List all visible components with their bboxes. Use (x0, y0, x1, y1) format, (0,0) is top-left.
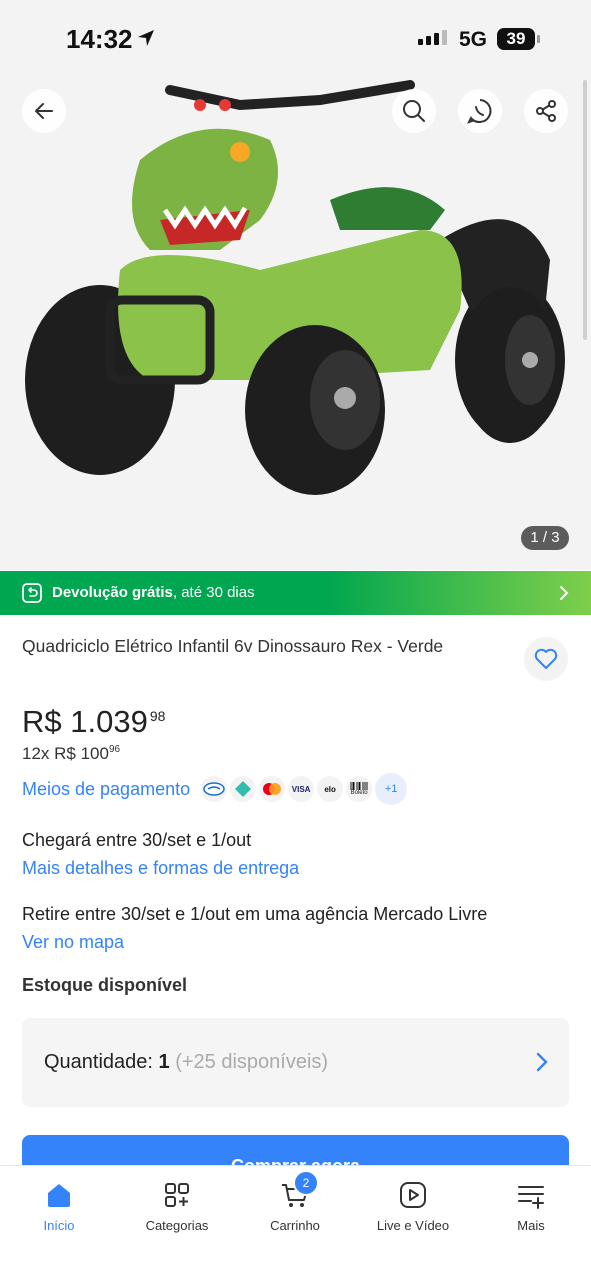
installments: 12x R$ 10096 (22, 744, 120, 764)
image-scrollbar[interactable] (583, 80, 587, 340)
search-icon (403, 100, 425, 122)
more-payment-methods[interactable]: +1 (375, 773, 408, 805)
mercado-pago-icon (201, 776, 228, 802)
battery-icon: 39 (497, 28, 535, 50)
search-button[interactable] (392, 89, 436, 133)
delivery-details-link[interactable]: Mais detalhes e formas de entrega (22, 858, 299, 879)
tab-label: Início (43, 1218, 75, 1233)
back-button[interactable] (22, 89, 66, 133)
quantity-value: 1 (158, 1051, 170, 1073)
boleto-label: Boleto (350, 790, 368, 796)
product-image (25, 80, 565, 495)
visa-label: VISA (291, 784, 311, 794)
tab-categorias[interactable]: Categorias (118, 1166, 236, 1246)
quantity-label: Quantidade: 1 (+25 disponíveis) (44, 1051, 328, 1074)
chevron-right-icon (536, 1052, 548, 1072)
product-title: Quadriciclo Elétrico Infantil 6v Dinossa… (22, 636, 444, 656)
free-return-banner[interactable]: Devolução grátis, até 30 dias (0, 571, 591, 615)
price-cents: 98 (149, 708, 166, 724)
battery-level: 39 (506, 29, 526, 48)
heart-icon (534, 648, 558, 669)
elo-label: elo (324, 784, 336, 794)
quantity-available: (+25 disponíveis) (175, 1051, 329, 1073)
favorite-button[interactable] (524, 637, 568, 681)
elo-icon: elo (317, 776, 344, 802)
mastercard-icon (259, 776, 286, 802)
whatsapp-icon (467, 99, 492, 124)
network-type: 5G (459, 28, 488, 51)
cart-count-badge: 2 (293, 1170, 319, 1196)
tab-label: Mais (517, 1218, 545, 1233)
delivery-estimate: Chegará entre 30/set e 1/out (22, 830, 252, 850)
chevron-right-icon (560, 586, 569, 600)
tab-live-video[interactable]: Live e Vídeo (354, 1166, 472, 1246)
location-arrow-icon (138, 30, 154, 46)
battery-tip (537, 35, 540, 43)
tab-label: Carrinho (270, 1218, 320, 1233)
tab-inicio[interactable]: Início (0, 1166, 118, 1246)
play-icon (400, 1182, 426, 1208)
tab-label: Categorias (145, 1218, 209, 1233)
status-bar: 14:32 5G 39 (0, 0, 591, 80)
installments-text: 12x R$ 100 (22, 744, 109, 763)
return-icon (22, 583, 42, 603)
pix-icon (230, 776, 257, 802)
image-counter: 1 / 3 (521, 526, 569, 550)
categories-icon (165, 1183, 189, 1207)
free-return-text: Devolução grátis, até 30 dias (52, 584, 255, 601)
status-time: 14:32 (66, 24, 133, 54)
cellular-signal-icon (418, 30, 447, 45)
arrow-left-icon (35, 103, 53, 119)
tab-label: Live e Vídeo (376, 1218, 450, 1233)
view-map-link[interactable]: Ver no mapa (22, 932, 124, 953)
whatsapp-share-button[interactable] (458, 89, 502, 133)
free-return-bold: Devolução grátis (52, 584, 173, 601)
quantity-selector[interactable]: Quantidade: 1 (+25 disponíveis) (22, 1018, 569, 1107)
product-price: R$ 1.039 98 (22, 704, 165, 740)
quantity-label-text: Quantidade: (44, 1051, 159, 1073)
visa-icon: VISA (288, 776, 315, 802)
boleto-icon: Boleto (346, 776, 373, 802)
price-main: R$ 1.039 (22, 704, 148, 739)
tab-mais[interactable]: Mais (472, 1166, 590, 1246)
stock-status: Estoque disponível (22, 975, 188, 995)
menu-plus-icon (518, 1186, 544, 1209)
installments-cents: 96 (108, 744, 121, 755)
home-icon (48, 1184, 70, 1207)
free-return-suffix: , até 30 dias (172, 584, 255, 601)
product-gallery[interactable]: 1 / 3 (0, 80, 591, 570)
share-button[interactable] (524, 89, 568, 133)
share-icon (536, 100, 556, 122)
pickup-estimate: Retire entre 30/set e 1/out em uma agênc… (22, 904, 488, 924)
payment-methods-row[interactable]: Meios de pagamento VISA elo Boleto +1 (22, 772, 408, 806)
payment-methods-link[interactable]: Meios de pagamento (22, 779, 190, 800)
